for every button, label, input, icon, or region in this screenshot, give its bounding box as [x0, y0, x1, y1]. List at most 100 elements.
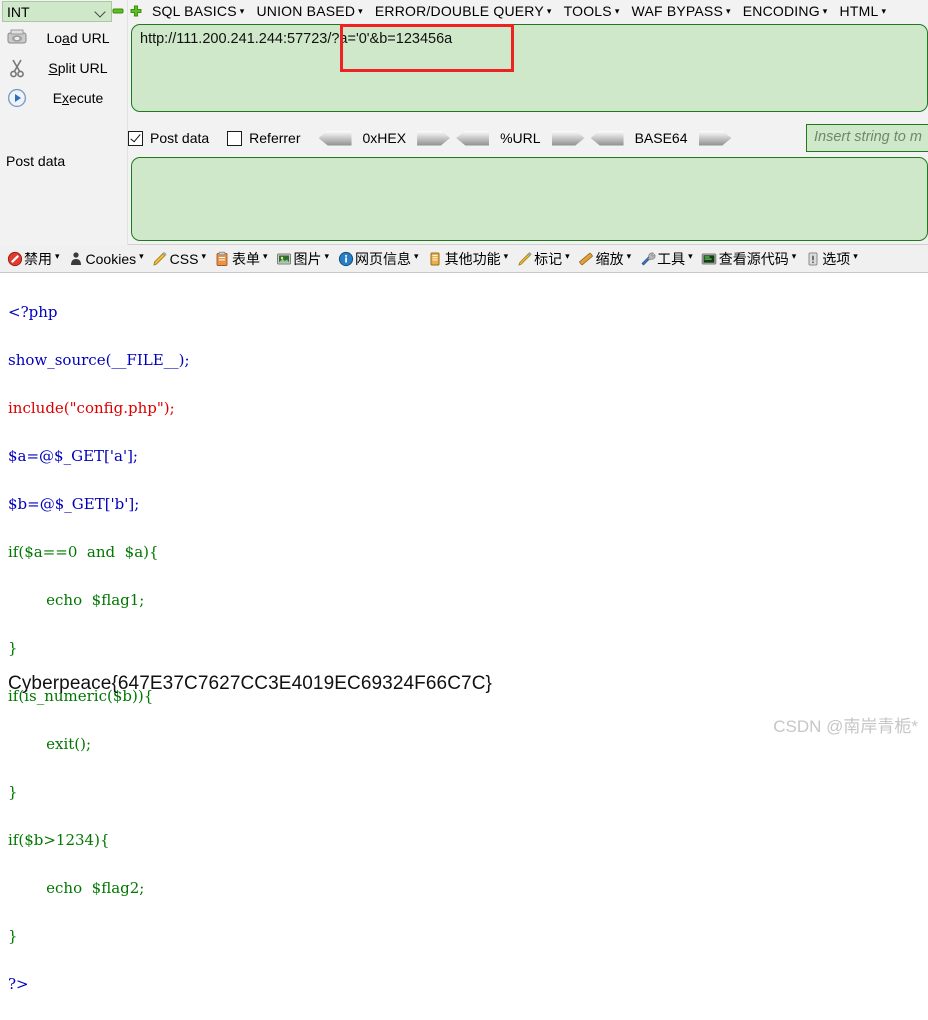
caret-down-icon: ▾ [791, 251, 797, 261]
type-select[interactable]: INT [2, 1, 112, 22]
chevron-down-icon [95, 6, 107, 18]
source-line: include("config.php"); [8, 396, 928, 420]
source-line: } [8, 780, 928, 804]
hackbar-left-column: INT Load URL Split URL Execute Post data [0, 0, 128, 245]
caret-down-icon: ▾ [688, 251, 693, 261]
toolbar-item-disable[interactable]: 禁用 ▾ [2, 246, 64, 272]
toolbar-item-images[interactable]: 图片 ▾ [272, 246, 334, 272]
caret-down-icon: ▾ [614, 5, 620, 16]
menu-union-based-label: UNION BASED [256, 2, 356, 19]
source-line: } [8, 924, 928, 948]
toolbar-item-tools[interactable]: 工具 ▾ [635, 246, 697, 272]
encoder-hex-label: 0xHEX [362, 130, 407, 146]
source-line: echo $flag2; [8, 876, 928, 900]
source-line-text: if($a==0 and $a){ [8, 543, 159, 561]
post-data-section-label: Post data [6, 153, 66, 169]
insert-string-input[interactable]: Insert string to m [806, 124, 928, 152]
encode-hex-button[interactable] [417, 130, 451, 146]
menu-html[interactable]: HTML ▾ [834, 3, 893, 19]
source-line: $b=@$_GET['b']; [8, 492, 928, 516]
developer-toolbar: 禁用 ▾ Cookies ▾ CSS ▾ 表单 ▾ 图片 ▾ 网页信息 ▾ 其他… [0, 245, 928, 273]
toolbar-item-zoom-label: 缩放 [595, 250, 624, 267]
play-icon [0, 88, 34, 108]
caret-down-icon: ▾ [201, 251, 206, 261]
menu-union-based[interactable]: UNION BASED ▾ [250, 3, 368, 19]
options-icon [804, 250, 821, 267]
toolbar-item-view-source[interactable]: 查看源代码 ▾ [697, 246, 801, 272]
toolbar-item-view-source-label: 查看源代码 [718, 250, 789, 267]
post-data-checkbox-label: Post data [150, 130, 210, 146]
decode-url-button[interactable] [456, 130, 490, 146]
caret-down-icon: ▾ [881, 5, 887, 16]
toolbar-item-page-info-label: 网页信息 [355, 250, 412, 267]
encode-url-button[interactable] [551, 130, 585, 146]
caret-down-icon: ▾ [239, 5, 245, 16]
add-button[interactable] [128, 3, 144, 19]
source-line: echo $flag1; [8, 588, 928, 612]
load-url-icon [0, 29, 34, 47]
toolbar-item-forms[interactable]: 表单 ▾ [210, 246, 272, 272]
cookie-icon [68, 250, 85, 267]
menu-tools-label: TOOLS [563, 2, 612, 19]
decode-base64-button[interactable] [590, 130, 624, 146]
toolbar-item-markup[interactable]: 标记 ▾ [512, 246, 574, 272]
source-line-text: echo $flag1; [8, 591, 145, 609]
menu-encoding[interactable]: ENCODING ▾ [737, 3, 834, 19]
menu-waf-bypass-label: WAF BYPASS [631, 2, 724, 19]
source-line-text: ?> [8, 975, 29, 993]
encoder-base64-label: BASE64 [634, 130, 688, 146]
menu-sql-basics[interactable]: SQL BASICS ▾ [146, 3, 250, 19]
caret-down-icon: ▾ [546, 5, 552, 16]
split-url-button[interactable]: Split URL [0, 56, 128, 80]
caret-down-icon: ▾ [822, 5, 828, 16]
source-line: show_source(__FILE__); [8, 348, 928, 372]
toolbar-item-page-info[interactable]: 网页信息 ▾ [333, 246, 423, 272]
scissors-icon [0, 58, 34, 78]
toolbar-item-cookies-label: Cookies [85, 250, 137, 267]
toolbar-item-images-label: 图片 [293, 250, 322, 267]
source-line-text: } [8, 783, 18, 801]
encode-base64-button[interactable] [698, 130, 732, 146]
toolbar-item-markup-label: 标记 [534, 250, 563, 267]
encoder-url: %URL [456, 130, 585, 146]
menu-error-double-query-label: ERROR/DOUBLE QUERY [374, 2, 544, 19]
execute-button[interactable]: Execute [0, 86, 128, 110]
hackbar-menubar: SQL BASICS ▾ UNION BASED ▾ ERROR/DOUBLE … [110, 0, 928, 21]
toolbar-item-tools-label: 工具 [657, 250, 686, 267]
source-line: <?php [8, 300, 928, 324]
toolbar-item-css[interactable]: CSS ▾ [148, 246, 210, 272]
caret-down-icon: ▾ [414, 251, 419, 261]
encoder-url-label: %URL [500, 130, 541, 146]
source-line-text: include("config.php"); [8, 399, 175, 417]
menu-waf-bypass[interactable]: WAF BYPASS ▾ [626, 3, 737, 19]
toolbar-item-css-label: CSS [169, 250, 199, 267]
checkbox-checked-icon [128, 130, 143, 146]
toolbar-item-misc[interactable]: 其他功能 ▾ [423, 246, 513, 272]
source-line-text: $b=@$_GET['b']; [8, 495, 140, 513]
referrer-checkbox[interactable]: Referrer [227, 130, 301, 146]
decode-hex-button[interactable] [318, 130, 352, 146]
menu-sql-basics-label: SQL BASICS [152, 2, 237, 19]
menu-error-double-query[interactable]: ERROR/DOUBLE QUERY ▾ [369, 3, 558, 19]
caret-down-icon: ▾ [726, 5, 731, 16]
toolbar-item-zoom[interactable]: 缩放 ▾ [574, 246, 636, 272]
menu-tools[interactable]: TOOLS ▾ [558, 3, 626, 19]
toolbar-item-forms-label: 表单 [231, 250, 260, 267]
source-line: } [8, 636, 928, 660]
remove-button[interactable] [110, 3, 126, 19]
url-input[interactable]: http://111.200.241.244:57723/?a='0'&b=12… [131, 24, 928, 112]
pencil-icon [516, 250, 533, 267]
hackbar-panel: INT Load URL Split URL Execute Post data… [0, 0, 928, 245]
load-url-label: Load URL [46, 30, 110, 46]
toolbar-item-options[interactable]: 选项 ▾ [800, 246, 862, 272]
post-data-checkbox[interactable]: Post data [128, 130, 209, 146]
toolbar-item-cookies[interactable]: Cookies ▾ [64, 246, 148, 272]
source-line: ?> [8, 972, 928, 996]
source-line-text: if($b>1234){ [8, 831, 110, 849]
ruler-icon [578, 250, 595, 267]
load-url-button[interactable]: Load URL [0, 26, 128, 50]
caret-down-icon: ▾ [853, 251, 858, 261]
post-data-textarea[interactable] [131, 157, 928, 241]
source-line-text: } [8, 639, 18, 657]
source-icon [701, 250, 718, 267]
